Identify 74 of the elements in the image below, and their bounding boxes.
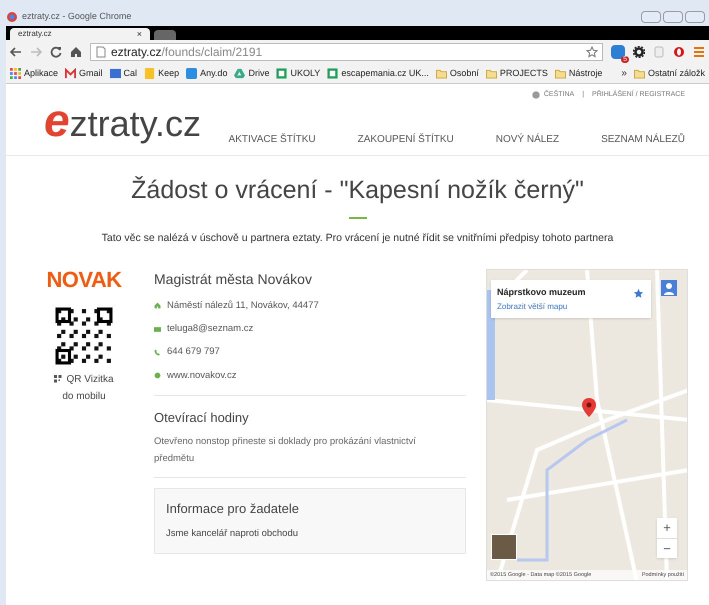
contact-text: www.novakov.cz [167, 368, 237, 382]
qr-code [55, 306, 113, 365]
bookmark[interactable]: PROJECTS [486, 66, 548, 80]
spreadsheet-icon [276, 68, 288, 79]
place-name: Náprstkovo muzeum [497, 286, 586, 299]
contact-text: Náměstí nálezů 11, Novákov, 44477 [167, 298, 319, 313]
panel-title: Informace pro žadatele [166, 500, 300, 518]
nav-link[interactable]: SEZNAM NÁLEZŮ [601, 132, 685, 146]
bookmark[interactable]: Aplikace [10, 66, 58, 80]
mail-icon [65, 68, 76, 79]
partner-logo: NOVAK [46, 268, 122, 291]
qr-caption: QR Vizitka [66, 372, 114, 387]
home-icon[interactable] [70, 46, 82, 58]
contact-text: 644 679 797 [167, 345, 220, 360]
star-icon[interactable] [586, 46, 598, 58]
address-bar[interactable]: eztraty.cz/founds/claim/2191 [90, 43, 603, 61]
partner-name: Magistrát města Novákov [154, 270, 313, 289]
gear-icon[interactable] [633, 46, 645, 58]
zoom-in-button[interactable]: + [657, 518, 677, 538]
bookmark[interactable]: Nástroje [554, 66, 602, 80]
panel-text: Jsme kancelář naproti obchodu [166, 526, 300, 541]
bookmark[interactable]: Keep [144, 66, 180, 80]
map-pin-icon [582, 398, 596, 417]
bookmark[interactable]: Drive [234, 66, 270, 80]
zoom-out-button[interactable]: − [657, 538, 677, 558]
phone-icon [154, 348, 161, 356]
larger-map-link[interactable]: Zobrazit větší mapu [497, 301, 568, 314]
minimize-button[interactable] [641, 11, 661, 23]
qr-icon [54, 374, 64, 384]
maximize-button[interactable] [663, 11, 683, 23]
home-icon [154, 302, 161, 310]
folder-icon [486, 68, 497, 79]
contact-text: teluga8@seznam.cz [167, 322, 254, 336]
chrome-logo-icon [6, 11, 18, 23]
bookmark[interactable]: Gmail [65, 66, 103, 80]
title-underline [348, 217, 366, 219]
url-host: eztraty.cz [111, 44, 162, 61]
intro-text: Tato věc se nalézá v úschově u partnera eztaty. Pro vrácení je nutné řídit se vnitřními předpisy tohoto partnera [100, 231, 614, 246]
browser-tab[interactable]: eztraty.cz × [10, 28, 150, 40]
reload-icon[interactable] [50, 46, 62, 58]
triangle-icon [234, 68, 246, 79]
close-button[interactable] [685, 11, 705, 23]
page-title: Žádost o vrácení - "Kapesní nožík černý" [130, 174, 585, 206]
bookmark[interactable]: escapemania.cz UK... [327, 66, 429, 80]
bookmark[interactable]: Cal [110, 66, 138, 80]
person-icon[interactable] [661, 280, 677, 296]
bookmark[interactable]: Osobní [436, 66, 479, 80]
nav-link[interactable]: NOVÝ NÁLEZ [496, 132, 560, 146]
window-title: eztraty.cz - Google Chrome [22, 10, 132, 24]
menu-icon[interactable] [693, 46, 705, 58]
more-bookmarks-button[interactable]: » [621, 66, 627, 81]
opera-icon[interactable] [673, 46, 685, 58]
folder-icon [436, 68, 447, 79]
tab-label: eztraty.cz [18, 30, 52, 38]
new-tab-button[interactable] [154, 30, 176, 40]
spreadsheet-icon [327, 68, 338, 79]
close-icon[interactable]: × [136, 30, 142, 38]
page-icon [95, 46, 107, 58]
folder-icon [634, 68, 645, 79]
bookmark[interactable]: Any.do [186, 66, 228, 80]
bookmark[interactable]: Ostatní záložk [634, 66, 705, 80]
satellite-thumbnail[interactable] [491, 534, 517, 560]
back-icon[interactable] [10, 46, 22, 58]
url-path: /founds/claim/2191 [161, 44, 262, 61]
hours-text: Otevřeno nonstop přineste si doklady pro prokázání vlastnictví předmětu [154, 433, 466, 478]
nav-link[interactable]: ZAKOUPENÍ ŠTÍTKU [358, 132, 454, 146]
qr-caption: do mobilu [62, 390, 106, 404]
nav-link[interactable]: AKTIVACE ŠTÍTKU [228, 132, 316, 146]
star-icon[interactable] [633, 288, 644, 299]
folder-icon [554, 68, 566, 79]
section-title: Otevírací hodiny [154, 408, 250, 427]
site-logo[interactable]: eztraty.cz [44, 96, 201, 142]
apps-grid-icon [10, 68, 21, 79]
bookmark[interactable]: UKOLY [276, 66, 320, 80]
